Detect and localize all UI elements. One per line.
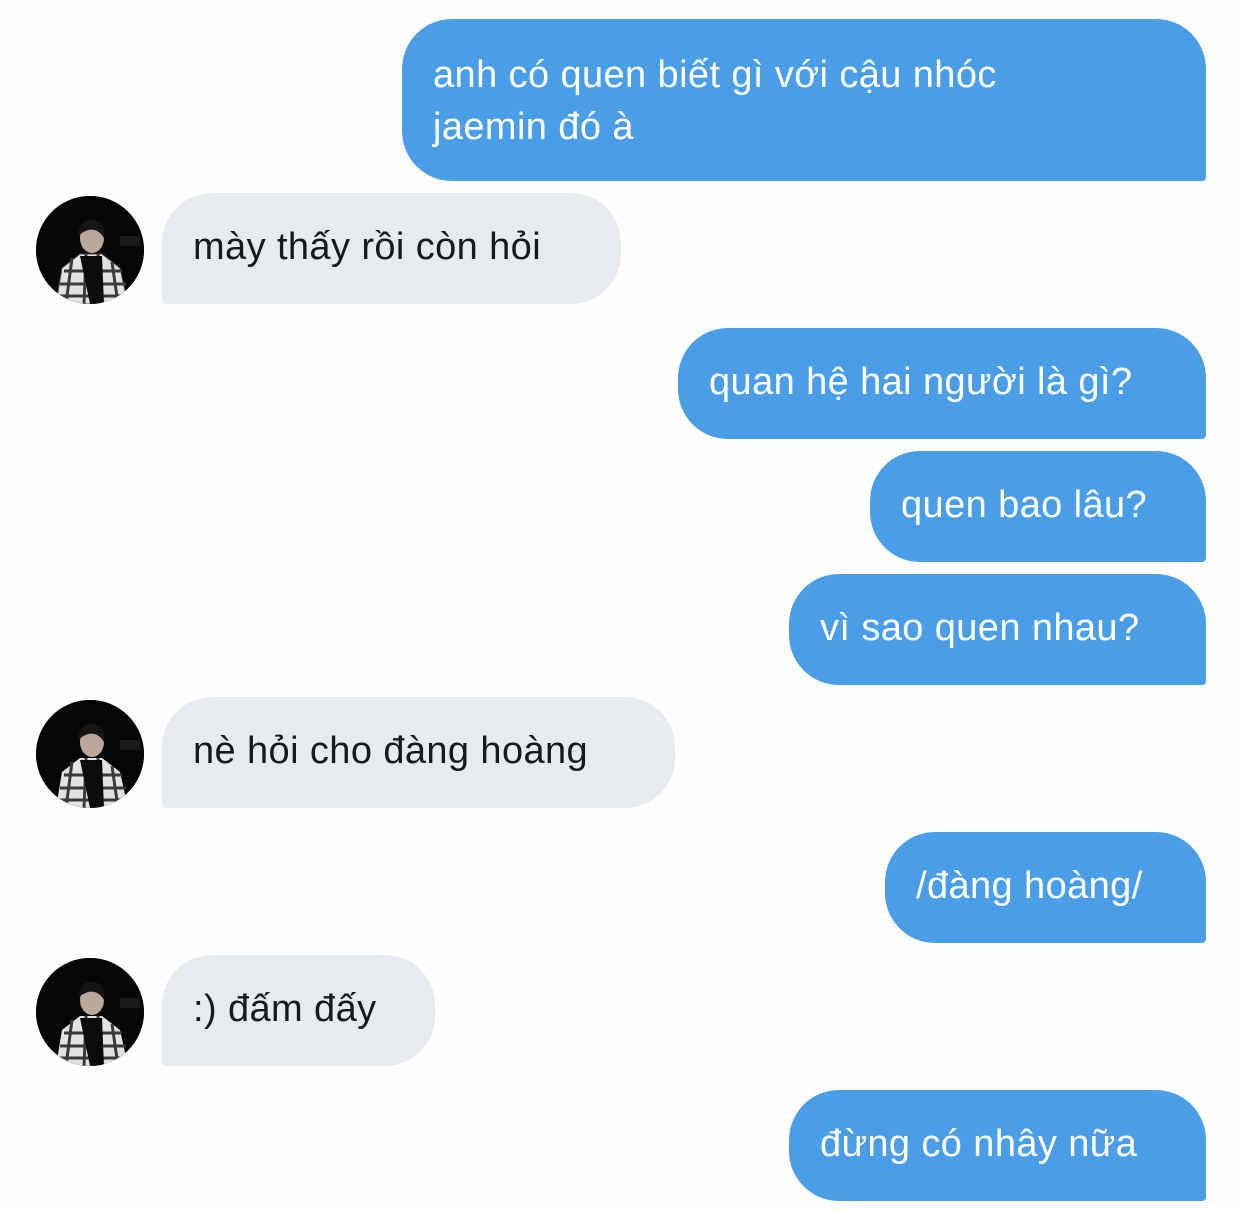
message-text: quen bao lâu? [901, 484, 1148, 526]
message-bubble-received[interactable]: mày thấy rồi còn hỏi [162, 193, 621, 304]
message-text: đừng có nhây nữa [820, 1123, 1138, 1165]
message-bubble-sent[interactable]: đừng có nhây nữa [789, 1090, 1206, 1201]
contact-avatar[interactable] [36, 700, 144, 808]
contact-avatar[interactable] [36, 196, 144, 304]
message-bubble-received[interactable]: :) đấm đấy [162, 955, 435, 1066]
message-text: quan hệ hai người là gì? [709, 361, 1133, 403]
message-text: nè hỏi cho đàng hoàng [193, 730, 589, 772]
message-text: /đàng hoàng/ [916, 865, 1143, 907]
message-bubble-sent[interactable]: vì sao quen nhau? [789, 574, 1206, 685]
contact-avatar[interactable] [36, 958, 144, 1066]
message-bubble-sent[interactable]: quen bao lâu? [870, 451, 1206, 562]
message-text: vì sao quen nhau? [820, 607, 1140, 649]
message-bubble-sent[interactable]: /đàng hoàng/ [885, 832, 1206, 943]
message-bubble-sent[interactable]: quan hệ hai người là gì? [678, 328, 1206, 439]
message-bubble-sent[interactable]: anh có quen biết gì với cậu nhóc jaemin … [402, 19, 1206, 181]
message-text-line: jaemin đó à [433, 106, 634, 148]
message-bubble-received[interactable]: nè hỏi cho đàng hoàng [162, 697, 675, 808]
message-text: :) đấm đấy [193, 988, 377, 1030]
message-text: mày thấy rồi còn hỏi [193, 226, 542, 268]
message-text-line: anh có quen biết gì với cậu nhóc [433, 54, 997, 96]
